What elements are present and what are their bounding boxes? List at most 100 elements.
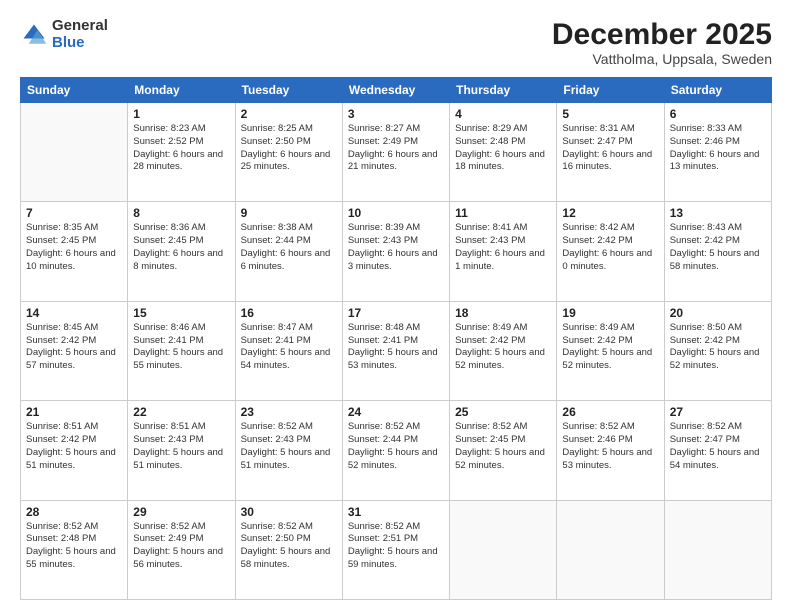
day-number: 5	[562, 107, 658, 121]
day-number: 18	[455, 306, 551, 320]
day-number: 10	[348, 206, 444, 220]
col-saturday: Saturday	[664, 78, 771, 103]
day-number: 26	[562, 405, 658, 419]
day-number: 14	[26, 306, 122, 320]
table-row: 4 Sunrise: 8:29 AM Sunset: 2:48 PM Dayli…	[450, 103, 557, 202]
cell-info: Sunrise: 8:51 AM Sunset: 2:43 PM Dayligh…	[133, 421, 229, 472]
calendar-header-row: Sunday Monday Tuesday Wednesday Thursday…	[21, 78, 772, 103]
col-monday: Monday	[128, 78, 235, 103]
table-row: 8 Sunrise: 8:36 AM Sunset: 2:45 PM Dayli…	[128, 202, 235, 301]
cell-info: Sunrise: 8:45 AM Sunset: 2:42 PM Dayligh…	[26, 322, 122, 373]
table-row: 3 Sunrise: 8:27 AM Sunset: 2:49 PM Dayli…	[342, 103, 449, 202]
day-number: 13	[670, 206, 766, 220]
table-row: 31 Sunrise: 8:52 AM Sunset: 2:51 PM Dayl…	[342, 500, 449, 599]
day-number: 16	[241, 306, 337, 320]
calendar-week-row: 7 Sunrise: 8:35 AM Sunset: 2:45 PM Dayli…	[21, 202, 772, 301]
table-row: 29 Sunrise: 8:52 AM Sunset: 2:49 PM Dayl…	[128, 500, 235, 599]
table-row: 12 Sunrise: 8:42 AM Sunset: 2:42 PM Dayl…	[557, 202, 664, 301]
calendar-week-row: 28 Sunrise: 8:52 AM Sunset: 2:48 PM Dayl…	[21, 500, 772, 599]
day-number: 22	[133, 405, 229, 419]
cell-info: Sunrise: 8:52 AM Sunset: 2:43 PM Dayligh…	[241, 421, 337, 472]
table-row: 20 Sunrise: 8:50 AM Sunset: 2:42 PM Dayl…	[664, 301, 771, 400]
table-row	[450, 500, 557, 599]
calendar-week-row: 1 Sunrise: 8:23 AM Sunset: 2:52 PM Dayli…	[21, 103, 772, 202]
logo-text: General Blue	[52, 18, 108, 51]
table-row: 18 Sunrise: 8:49 AM Sunset: 2:42 PM Dayl…	[450, 301, 557, 400]
cell-info: Sunrise: 8:52 AM Sunset: 2:46 PM Dayligh…	[562, 421, 658, 472]
table-row: 27 Sunrise: 8:52 AM Sunset: 2:47 PM Dayl…	[664, 401, 771, 500]
cell-info: Sunrise: 8:36 AM Sunset: 2:45 PM Dayligh…	[133, 222, 229, 273]
table-row: 21 Sunrise: 8:51 AM Sunset: 2:42 PM Dayl…	[21, 401, 128, 500]
day-number: 9	[241, 206, 337, 220]
cell-info: Sunrise: 8:29 AM Sunset: 2:48 PM Dayligh…	[455, 123, 551, 174]
calendar-week-row: 21 Sunrise: 8:51 AM Sunset: 2:42 PM Dayl…	[21, 401, 772, 500]
day-number: 2	[241, 107, 337, 121]
logo-icon	[20, 21, 48, 49]
cell-info: Sunrise: 8:33 AM Sunset: 2:46 PM Dayligh…	[670, 123, 766, 174]
table-row	[21, 103, 128, 202]
cell-info: Sunrise: 8:23 AM Sunset: 2:52 PM Dayligh…	[133, 123, 229, 174]
col-thursday: Thursday	[450, 78, 557, 103]
day-number: 20	[670, 306, 766, 320]
cell-info: Sunrise: 8:50 AM Sunset: 2:42 PM Dayligh…	[670, 322, 766, 373]
col-sunday: Sunday	[21, 78, 128, 103]
table-row	[664, 500, 771, 599]
day-number: 19	[562, 306, 658, 320]
table-row: 13 Sunrise: 8:43 AM Sunset: 2:42 PM Dayl…	[664, 202, 771, 301]
table-row: 23 Sunrise: 8:52 AM Sunset: 2:43 PM Dayl…	[235, 401, 342, 500]
day-number: 30	[241, 505, 337, 519]
day-number: 12	[562, 206, 658, 220]
day-number: 31	[348, 505, 444, 519]
cell-info: Sunrise: 8:47 AM Sunset: 2:41 PM Dayligh…	[241, 322, 337, 373]
page: General Blue December 2025 Vattholma, Up…	[0, 0, 792, 612]
day-number: 23	[241, 405, 337, 419]
header: General Blue December 2025 Vattholma, Up…	[20, 18, 772, 67]
table-row: 5 Sunrise: 8:31 AM Sunset: 2:47 PM Dayli…	[557, 103, 664, 202]
day-number: 29	[133, 505, 229, 519]
title-block: December 2025 Vattholma, Uppsala, Sweden	[552, 18, 772, 67]
cell-info: Sunrise: 8:49 AM Sunset: 2:42 PM Dayligh…	[562, 322, 658, 373]
cell-info: Sunrise: 8:52 AM Sunset: 2:49 PM Dayligh…	[133, 521, 229, 572]
day-number: 24	[348, 405, 444, 419]
day-number: 6	[670, 107, 766, 121]
table-row: 25 Sunrise: 8:52 AM Sunset: 2:45 PM Dayl…	[450, 401, 557, 500]
table-row: 2 Sunrise: 8:25 AM Sunset: 2:50 PM Dayli…	[235, 103, 342, 202]
logo-blue: Blue	[52, 35, 108, 52]
calendar-week-row: 14 Sunrise: 8:45 AM Sunset: 2:42 PM Dayl…	[21, 301, 772, 400]
day-number: 4	[455, 107, 551, 121]
logo-general: General	[52, 18, 108, 35]
table-row: 7 Sunrise: 8:35 AM Sunset: 2:45 PM Dayli…	[21, 202, 128, 301]
day-number: 27	[670, 405, 766, 419]
cell-info: Sunrise: 8:52 AM Sunset: 2:48 PM Dayligh…	[26, 521, 122, 572]
day-number: 28	[26, 505, 122, 519]
cell-info: Sunrise: 8:27 AM Sunset: 2:49 PM Dayligh…	[348, 123, 444, 174]
cell-info: Sunrise: 8:48 AM Sunset: 2:41 PM Dayligh…	[348, 322, 444, 373]
col-friday: Friday	[557, 78, 664, 103]
col-tuesday: Tuesday	[235, 78, 342, 103]
table-row: 1 Sunrise: 8:23 AM Sunset: 2:52 PM Dayli…	[128, 103, 235, 202]
table-row: 24 Sunrise: 8:52 AM Sunset: 2:44 PM Dayl…	[342, 401, 449, 500]
table-row: 19 Sunrise: 8:49 AM Sunset: 2:42 PM Dayl…	[557, 301, 664, 400]
cell-info: Sunrise: 8:35 AM Sunset: 2:45 PM Dayligh…	[26, 222, 122, 273]
day-number: 8	[133, 206, 229, 220]
cell-info: Sunrise: 8:42 AM Sunset: 2:42 PM Dayligh…	[562, 222, 658, 273]
month-title: December 2025	[552, 18, 772, 51]
cell-info: Sunrise: 8:52 AM Sunset: 2:50 PM Dayligh…	[241, 521, 337, 572]
cell-info: Sunrise: 8:52 AM Sunset: 2:47 PM Dayligh…	[670, 421, 766, 472]
table-row: 17 Sunrise: 8:48 AM Sunset: 2:41 PM Dayl…	[342, 301, 449, 400]
cell-info: Sunrise: 8:38 AM Sunset: 2:44 PM Dayligh…	[241, 222, 337, 273]
table-row: 22 Sunrise: 8:51 AM Sunset: 2:43 PM Dayl…	[128, 401, 235, 500]
cell-info: Sunrise: 8:31 AM Sunset: 2:47 PM Dayligh…	[562, 123, 658, 174]
table-row	[557, 500, 664, 599]
table-row: 14 Sunrise: 8:45 AM Sunset: 2:42 PM Dayl…	[21, 301, 128, 400]
table-row: 16 Sunrise: 8:47 AM Sunset: 2:41 PM Dayl…	[235, 301, 342, 400]
calendar-table: Sunday Monday Tuesday Wednesday Thursday…	[20, 77, 772, 600]
cell-info: Sunrise: 8:51 AM Sunset: 2:42 PM Dayligh…	[26, 421, 122, 472]
day-number: 1	[133, 107, 229, 121]
cell-info: Sunrise: 8:52 AM Sunset: 2:51 PM Dayligh…	[348, 521, 444, 572]
day-number: 11	[455, 206, 551, 220]
cell-info: Sunrise: 8:41 AM Sunset: 2:43 PM Dayligh…	[455, 222, 551, 273]
table-row: 9 Sunrise: 8:38 AM Sunset: 2:44 PM Dayli…	[235, 202, 342, 301]
cell-info: Sunrise: 8:25 AM Sunset: 2:50 PM Dayligh…	[241, 123, 337, 174]
table-row: 15 Sunrise: 8:46 AM Sunset: 2:41 PM Dayl…	[128, 301, 235, 400]
